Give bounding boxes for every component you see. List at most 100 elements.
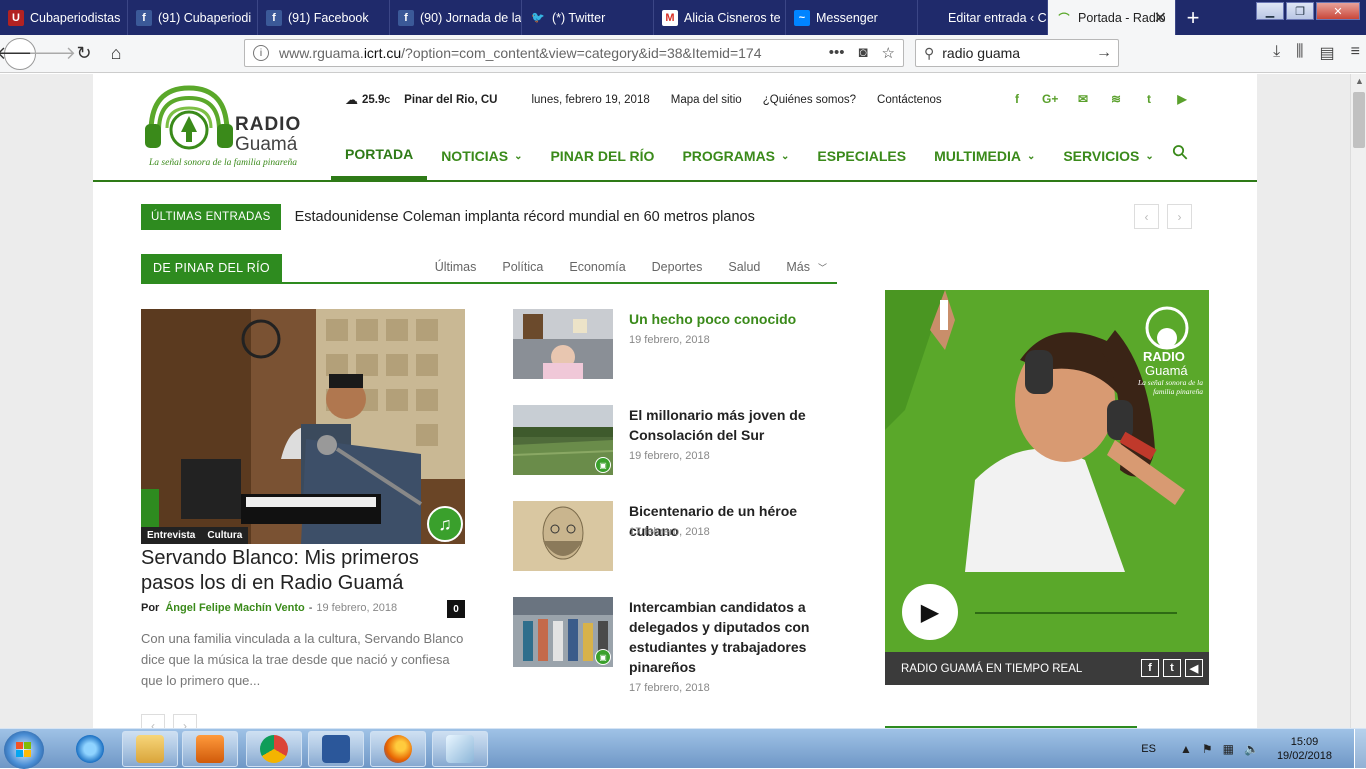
nav-item[interactable]: PORTADA <box>331 132 428 180</box>
ticker-prev-icon[interactable]: ‹ <box>1134 204 1159 229</box>
scroll-thumb[interactable] <box>1353 92 1365 148</box>
filter-sports[interactable]: Deportes <box>652 260 703 274</box>
tab-label: (90) Jornada de la <box>420 10 522 25</box>
next-page-icon[interactable]: › <box>173 714 197 728</box>
nav-item[interactable]: NOTICIAS ⌄ <box>427 132 536 180</box>
restore-button[interactable]: ❐ <box>1286 2 1314 20</box>
browser-tab[interactable]: ~ Messenger <box>786 0 918 35</box>
seek-bar[interactable] <box>975 612 1177 614</box>
bookmark-star-icon[interactable]: ☆ <box>882 44 895 62</box>
article-thumbnail[interactable]: ▣ <box>513 405 613 475</box>
taskbar-explorer[interactable] <box>122 731 178 767</box>
taskbar-notes[interactable] <box>432 731 488 767</box>
nav-item[interactable]: MULTIMEDIA ⌄ <box>920 132 1049 180</box>
taskbar-internet-explorer[interactable] <box>62 731 118 767</box>
ticker-headline[interactable]: Estadounidense Coleman implanta récord m… <box>295 209 755 225</box>
filter-economy[interactable]: Economía <box>569 260 625 274</box>
language-indicator[interactable]: ES <box>1141 743 1156 755</box>
prev-page-icon[interactable]: ‹ <box>141 714 165 728</box>
filter-politics[interactable]: Política <box>502 260 543 274</box>
facebook-icon: f <box>266 9 282 26</box>
featured-image[interactable]: Entrevista Cultura ♫ <box>141 309 465 544</box>
pocket-icon[interactable]: ◙ <box>858 44 867 62</box>
address-bar[interactable]: i www.rguama. icrt.cu/?option=com_content… <box>244 39 904 67</box>
window-close-button[interactable]: ✕ <box>1316 2 1360 20</box>
filter-latest[interactable]: Últimas <box>435 260 477 274</box>
page-scrollbar[interactable]: ▲ <box>1350 74 1366 728</box>
article-title[interactable]: Intercambian candidatos a delegados y di… <box>629 597 843 677</box>
volume-icon[interactable]: 🔈 <box>1244 742 1259 756</box>
nav-label: PROGRAMAS <box>682 148 776 164</box>
share-twitter-icon[interactable]: t <box>1163 659 1181 677</box>
network-icon[interactable]: ▦ <box>1223 742 1234 756</box>
browser-tab[interactable]: Editar entrada ‹ Cuba <box>918 0 1048 35</box>
browser-tab[interactable]: 🐦 (*) Twitter <box>522 0 654 35</box>
google-plus-icon[interactable]: G+ <box>1042 92 1058 106</box>
search-bar[interactable]: ⚲ radio guama → <box>915 39 1119 67</box>
taskbar-media-player[interactable] <box>182 731 238 767</box>
taskbar-word[interactable] <box>308 731 364 767</box>
new-tab-button[interactable]: + <box>1176 0 1210 35</box>
author-link[interactable]: Ángel Felipe Machín Vento <box>165 602 304 614</box>
nav-item[interactable]: ESPECIALES <box>803 132 920 180</box>
browser-tab[interactable]: f (90) Jornada de la <box>390 0 522 35</box>
article-thumbnail[interactable]: ▣ <box>513 597 613 667</box>
link-sitemap[interactable]: Mapa del sitio <box>671 94 742 106</box>
nav-item[interactable]: PINAR DEL RÍO <box>536 132 668 180</box>
ticker-next-icon[interactable]: › <box>1167 204 1192 229</box>
chevron-down-icon: ⌄ <box>514 150 523 162</box>
browser-tab[interactable]: M Alicia Cisneros te <box>654 0 786 35</box>
home-button[interactable]: ⌂ <box>100 38 132 70</box>
search-icon[interactable]: ⚲ <box>1166 138 1194 166</box>
article-thumbnail[interactable] <box>513 501 613 571</box>
mail-icon[interactable]: ✉ <box>1075 92 1091 106</box>
browser-tab[interactable]: U Cubaperiodistas <box>0 0 128 35</box>
mute-icon[interactable]: ◀ <box>1185 659 1203 677</box>
taskbar-firefox[interactable] <box>370 731 426 767</box>
forward-button[interactable]: 🡒 <box>28 38 76 70</box>
tray-expand-icon[interactable]: ▲ <box>1180 742 1192 756</box>
show-desktop-button[interactable] <box>1354 729 1366 769</box>
action-center-icon[interactable]: ⚑ <box>1202 742 1213 756</box>
tab-close-icon[interactable]: ✕ <box>1154 8 1167 28</box>
downloads-icon[interactable]: ⤓ <box>1273 43 1280 63</box>
tag-entrevista[interactable]: Entrevista <box>141 527 202 544</box>
filter-health[interactable]: Salud <box>728 260 760 274</box>
share-facebook-icon[interactable]: f <box>1141 659 1159 677</box>
facebook-icon[interactable]: f <box>1009 92 1025 106</box>
search-go-icon[interactable]: → <box>1096 44 1112 62</box>
tab-label: Editar entrada ‹ Cuba <box>948 10 1047 25</box>
featured-title[interactable]: Servando Blanco: Mis primeros pasos los … <box>141 546 465 596</box>
rss-icon[interactable]: ≋ <box>1108 92 1124 106</box>
clock[interactable]: 15:09 19/02/2018 <box>1277 735 1332 763</box>
menu-icon[interactable]: ≡ <box>1351 43 1360 63</box>
link-contact[interactable]: Contáctenos <box>877 94 942 106</box>
link-about[interactable]: ¿Quiénes somos? <box>763 94 856 106</box>
browser-tab[interactable]: f (91) Cubaperiodi <box>128 0 258 35</box>
taskbar-chrome[interactable] <box>246 731 302 767</box>
site-info-icon[interactable]: i <box>253 45 269 61</box>
nav-item[interactable]: SERVICIOS ⌄ <box>1049 132 1167 180</box>
nav-item[interactable]: PROGRAMAS ⌄ <box>668 132 803 180</box>
play-button[interactable]: ▶ <box>902 584 958 640</box>
minimize-button[interactable]: ▁ <box>1256 2 1284 20</box>
youtube-icon[interactable]: ▶ <box>1174 92 1190 106</box>
site-logo[interactable]: RADIO Guamá La señal sonora de la famili… <box>141 80 311 172</box>
article-title[interactable]: Un hecho poco conocido <box>629 309 843 329</box>
library-icon[interactable]: ⫼ <box>1296 43 1303 63</box>
scroll-up-icon[interactable]: ▲ <box>1355 76 1364 86</box>
browser-tab[interactable]: ⌒ Portada - Radio ✕ <box>1048 0 1176 35</box>
nav-label: PORTADA <box>345 146 414 162</box>
filter-more[interactable]: Más ﹀ <box>786 260 827 274</box>
byline-prefix: Por <box>141 602 160 614</box>
browser-tab[interactable]: f (91) Facebook <box>258 0 390 35</box>
article-title[interactable]: El millonario más joven de Consolación d… <box>629 405 843 445</box>
article-thumbnail[interactable] <box>513 309 613 379</box>
comment-count[interactable]: 0 <box>447 600 465 618</box>
tag-cultura[interactable]: Cultura <box>201 527 249 544</box>
start-button[interactable] <box>4 731 44 769</box>
page-actions-icon[interactable]: ••• <box>829 44 845 62</box>
sidebar-icon[interactable]: ▤ <box>1320 43 1335 63</box>
twitter-icon[interactable]: t <box>1141 92 1157 106</box>
reload-button[interactable]: ↻ <box>68 38 100 70</box>
